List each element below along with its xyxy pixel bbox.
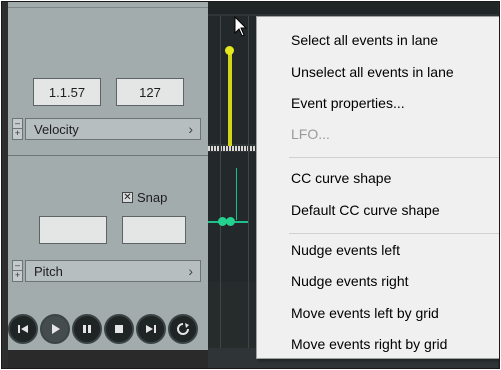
- menu-item-unselect-all-events[interactable]: Unselect all events in lane: [257, 59, 499, 85]
- snap-toggle[interactable]: ✕ Snap: [122, 190, 167, 205]
- value-field[interactable]: 127: [116, 78, 184, 106]
- velocity-event-handle[interactable]: [225, 46, 234, 55]
- midi-editor-window: 1.1.57 127 – + Velocity › ✕ Snap – + Pit…: [1, 1, 500, 369]
- bottom-bar: [8, 350, 208, 368]
- loop-icon: [177, 323, 189, 335]
- lane-type-dropdown-pitch[interactable]: Pitch ›: [25, 260, 201, 282]
- menu-item-lfo: LFO...: [291, 126, 330, 142]
- position-field[interactable]: 1.1.57: [33, 78, 101, 106]
- menu-item-nudge-events-right[interactable]: Nudge events right: [257, 268, 499, 294]
- go-to-start-button[interactable]: [8, 314, 38, 344]
- stop-button[interactable]: [104, 314, 134, 344]
- lane-size-toggle[interactable]: – +: [12, 118, 23, 140]
- context-menu: Select all events in lane Unselect all e…: [256, 16, 499, 359]
- play-icon: [52, 324, 60, 334]
- velocity-event-bar[interactable]: [228, 50, 232, 146]
- go-to-end-button[interactable]: [136, 314, 166, 344]
- menu-item-event-properties[interactable]: Event properties...: [257, 90, 499, 116]
- dropdown-label: Pitch: [34, 263, 63, 279]
- pause-button[interactable]: [72, 314, 102, 344]
- grid-line: [248, 16, 249, 348]
- pitch-curve-segment: [236, 168, 237, 220]
- play-button[interactable]: [40, 314, 70, 344]
- menu-separator: [289, 233, 499, 234]
- grid-line: [220, 16, 221, 348]
- menu-item-move-events-left-by-grid[interactable]: Move events left by grid: [257, 300, 499, 326]
- menu-item-default-cc-curve-shape[interactable]: Default CC curve shape: [257, 197, 499, 223]
- loop-button[interactable]: [168, 314, 198, 344]
- menu-item-cc-curve-shape[interactable]: CC curve shape: [257, 165, 499, 191]
- expand-icon[interactable]: +: [13, 129, 22, 139]
- snap-checkbox[interactable]: ✕: [122, 192, 133, 203]
- chevron-right-icon: ›: [188, 263, 193, 279]
- dropdown-label: Velocity: [34, 121, 79, 137]
- mouse-cursor-icon: [234, 16, 248, 37]
- menu-item-move-events-right-by-grid[interactable]: Move events right by grid: [257, 331, 499, 357]
- transport-bar: [8, 314, 198, 346]
- skip-forward-icon: [146, 325, 156, 333]
- pitch-value-field[interactable]: [122, 216, 186, 244]
- pause-icon: [83, 325, 91, 333]
- pitch-position-field[interactable]: [39, 216, 107, 244]
- menu-item-nudge-events-left[interactable]: Nudge events left: [257, 237, 499, 263]
- menu-separator: [289, 157, 499, 158]
- panel-top-border: [8, 7, 208, 8]
- stop-icon: [115, 325, 123, 333]
- skip-back-icon: [18, 325, 28, 333]
- chevron-right-icon: ›: [188, 121, 193, 137]
- ruler[interactable]: [208, 2, 498, 14]
- menu-item-select-all-events[interactable]: Select all events in lane: [257, 27, 499, 53]
- lane-type-dropdown-velocity[interactable]: Velocity ›: [25, 118, 201, 140]
- pitch-event-point[interactable]: [226, 217, 235, 226]
- pitch-lane-size-toggle[interactable]: – +: [12, 260, 23, 282]
- snap-label: Snap: [137, 190, 168, 205]
- expand-icon[interactable]: +: [13, 271, 22, 281]
- lane-divider[interactable]: [8, 155, 208, 156]
